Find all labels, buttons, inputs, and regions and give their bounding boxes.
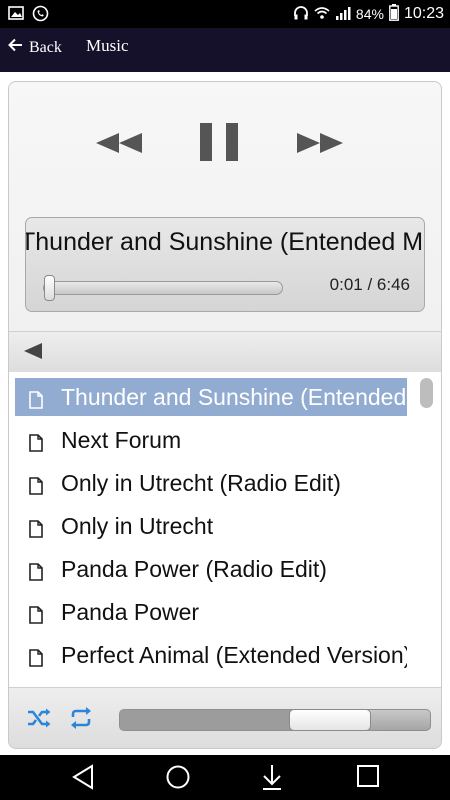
time-display: 0:01 / 6:46 (329, 275, 410, 294)
playlist-item[interactable]: Thunder and Sunshine (Entended Mix) (15, 378, 407, 416)
back-triangle-icon[interactable] (72, 764, 94, 795)
playlist-item[interactable]: Panda Power (Radio Edit) (15, 550, 407, 588)
document-icon (29, 388, 43, 409)
volume-fill (120, 710, 295, 730)
fast-forward-icon[interactable] (295, 132, 345, 159)
download-icon[interactable] (261, 764, 283, 795)
playlist-item-title: Only in Utrecht (Radio Edit) (61, 469, 341, 496)
playlist-item[interactable]: Perfect Animal (Extended Version) (15, 636, 407, 674)
playlist-item-title: Only in Utrecht (61, 512, 214, 539)
player-panel: Thunder and Sunshine (Entended Mix) 0:01… (8, 81, 442, 749)
signal-icon (335, 5, 351, 24)
playlist-item[interactable]: Only in Utrecht (Radio Edit) (15, 464, 407, 502)
now-playing-display: Thunder and Sunshine (Entended Mix) 0:01… (25, 217, 425, 312)
clock: 10:23 (403, 5, 444, 22)
playlist-item-title: Panda Power (61, 598, 200, 625)
home-circle-icon[interactable] (165, 764, 191, 795)
image-icon (8, 5, 24, 27)
pause-icon[interactable] (199, 122, 239, 167)
playlist-item-title: Perfect Animal (Extended Version) (61, 641, 407, 668)
status-bar: 84% 10:23 (0, 0, 450, 28)
shuffle-icon[interactable] (27, 708, 51, 733)
scroll-thumb[interactable] (420, 378, 433, 408)
document-icon (29, 431, 43, 452)
back-button[interactable]: Back (8, 38, 62, 57)
system-navigation-bar (0, 755, 450, 800)
document-icon (29, 560, 43, 581)
app-bar: Back Music (0, 28, 450, 72)
playlist-item-title: Next Forum (61, 426, 182, 453)
battery-icon (389, 4, 399, 24)
arrow-left-icon (8, 38, 23, 57)
seek-handle[interactable] (43, 275, 55, 301)
repeat-icon[interactable] (69, 706, 93, 735)
headphones-icon (293, 5, 309, 24)
playlist-item-title: Thunder and Sunshine (Entended Mix) (61, 383, 407, 410)
document-icon (29, 646, 43, 667)
playlist-item-title: Panda Power (Radio Edit) (61, 555, 327, 582)
now-playing-title: Thunder and Sunshine (Entended Mix) (26, 228, 424, 256)
back-label: Back (29, 38, 62, 56)
volume-slider[interactable] (119, 709, 431, 731)
document-icon (29, 517, 43, 538)
playlist: Thunder and Sunshine (Entended Mix) Next … (9, 372, 441, 687)
playlist-item[interactable]: Next Forum (15, 421, 407, 459)
playlist-item[interactable]: Panda Power (15, 593, 407, 631)
volume-handle[interactable] (288, 709, 371, 731)
triangle-left-icon[interactable] (23, 342, 43, 365)
document-icon (29, 603, 43, 624)
bottom-controls (9, 687, 441, 748)
wifi-icon (314, 5, 330, 24)
page-title: Music (86, 36, 129, 55)
playlist-nav-strip (9, 331, 441, 373)
seek-bar[interactable] (43, 281, 283, 295)
battery-percent: 84% (355, 6, 384, 22)
playlist-item[interactable]: Only in Utrecht (15, 507, 407, 545)
rewind-icon[interactable] (94, 132, 144, 159)
playlist-scrollbar[interactable] (420, 378, 433, 688)
playback-controls (9, 82, 441, 217)
document-icon (29, 474, 43, 495)
recents-square-icon[interactable] (356, 764, 380, 793)
whatsapp-icon (32, 5, 49, 27)
